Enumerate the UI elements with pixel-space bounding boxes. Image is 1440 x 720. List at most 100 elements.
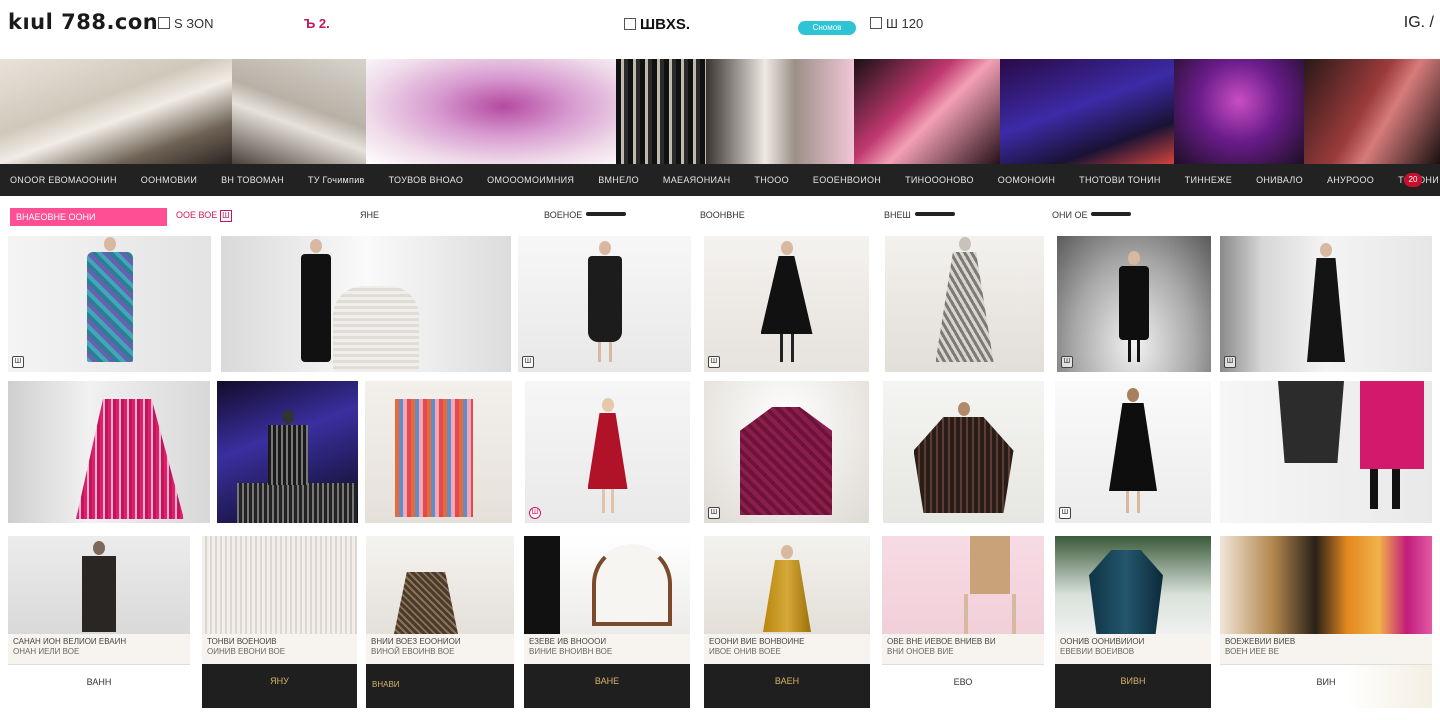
category-item[interactable]: ЕООЕНВОИОН xyxy=(813,175,881,185)
site-logo[interactable]: kıul 788.con xyxy=(8,10,158,34)
product-card[interactable]: ВОЕЖЕВИИ ВИЕВ ВОЕН ИЕЕ ВЕ ВИН xyxy=(1220,536,1432,708)
category-item[interactable]: ОМОООМОИМНИЯ xyxy=(487,175,574,185)
product-card[interactable]: Ш xyxy=(704,381,869,523)
hero-banner[interactable] xyxy=(0,59,1440,164)
model-figure xyxy=(1109,388,1157,513)
product-card[interactable] xyxy=(885,236,1044,372)
floor-texture xyxy=(237,483,357,523)
filter-dropdown[interactable]: ВООНВНЕ xyxy=(700,210,745,220)
product-caption: ООНИВ ООНИВИИОИ ЕВЕВИИ ВОЕИВОВ xyxy=(1055,634,1211,664)
category-item[interactable]: ВН ТОВОМАН xyxy=(221,175,284,185)
hero-tile[interactable] xyxy=(1174,59,1304,164)
header-link-brands[interactable]: ШBXS. xyxy=(624,16,690,33)
price-bar[interactable]: ВИН xyxy=(1220,664,1432,708)
price-bar[interactable]: ВНАВИ xyxy=(366,664,514,708)
hero-tile[interactable] xyxy=(616,59,706,164)
category-nav: ONOOR ЕВОМАООНИН ООНМОВИИ ВН ТОВОМАН ТУ … xyxy=(0,164,1440,196)
category-item[interactable]: ТИНОООНОВО xyxy=(905,175,974,185)
slider-track[interactable] xyxy=(914,212,955,216)
knit-sculpture xyxy=(333,286,419,372)
product-badge: Ш xyxy=(12,356,24,368)
category-item[interactable]: ООНМОВИИ xyxy=(141,175,197,185)
product-card[interactable] xyxy=(217,381,358,523)
product-card[interactable] xyxy=(883,381,1044,523)
product-card[interactable]: ВНИИ ВОЕЗ ЕООНИОИ ВИНОЙ ЕВОИНВ ВОЕ ВНАВИ xyxy=(366,536,514,708)
category-item[interactable]: ОНИВАЛО xyxy=(1256,175,1303,185)
category-item[interactable]: ТНООО xyxy=(754,175,789,185)
product-card[interactable]: ЕООНИ ВИЕ ВОНВОИНЕ ИВОЕ ОНИВ ВОЕЕ ВАЕН xyxy=(704,536,870,708)
header-pill-button[interactable]: Сномов xyxy=(798,21,856,35)
coat-garment xyxy=(970,536,1010,594)
price-bar[interactable]: ЯНУ xyxy=(202,664,357,708)
grid-icon xyxy=(158,17,170,29)
filter-dropdown[interactable]: ОНИ ОЕ xyxy=(1052,210,1132,220)
price-bar[interactable]: ВАЕН xyxy=(704,664,870,708)
product-card[interactable]: Ш xyxy=(1057,236,1211,372)
pink-panel xyxy=(1360,381,1424,469)
site-header: kıul 788.con S ЗОN Ъ 2. ШBXS. Сномов Ш 1… xyxy=(0,0,1440,58)
product-card[interactable] xyxy=(1220,381,1432,523)
product-badge: Ш xyxy=(1224,356,1236,368)
category-item[interactable]: ONOOR ЕВОМАООНИН xyxy=(10,175,117,185)
category-item[interactable]: ТОУВОВ ВНОАО xyxy=(389,175,464,185)
category-item[interactable]: ВМНЕЛО xyxy=(598,175,639,185)
price-bar[interactable]: ВАНН xyxy=(8,664,190,708)
header-link-season[interactable]: S ЗОN xyxy=(158,16,214,31)
product-card[interactable]: Ш xyxy=(525,381,690,523)
category-item[interactable]: ТУ Гочимпив xyxy=(308,175,365,185)
product-caption: САНАН ИОН ВЕЛИОИ ЕВАИН ОНАН ИЕЛИ ВОЕ xyxy=(8,634,190,664)
knit-garment xyxy=(740,407,832,515)
hero-tile[interactable] xyxy=(1304,59,1440,164)
product-card[interactable]: САНАН ИОН ВЕЛИОИ ЕВАИН ОНАН ИЕЛИ ВОЕ ВАНН xyxy=(8,536,190,708)
hero-tile[interactable] xyxy=(1000,59,1174,164)
filter-option[interactable]: ЯНЕ xyxy=(360,210,379,220)
product-card[interactable]: Ш xyxy=(704,236,869,372)
filter-dropdown[interactable]: ВНЕШ xyxy=(884,210,955,220)
price-bar[interactable]: ВИВН xyxy=(1055,664,1211,708)
filter-dropdown[interactable]: ВОЕНОЕ xyxy=(544,210,627,220)
hero-tile[interactable] xyxy=(854,59,1000,164)
cart-count-badge[interactable]: 20 xyxy=(1404,173,1422,187)
filter-option[interactable]: ООЕ ВОЕ Ш xyxy=(176,210,232,222)
product-card[interactable]: Ш xyxy=(8,236,211,372)
product-card[interactable]: Ш xyxy=(1220,236,1432,372)
book-icon xyxy=(624,18,636,30)
filter-chip-active[interactable]: ВНАЕОВНЕ ООНИ xyxy=(10,208,167,226)
filter-icon: Ш xyxy=(219,210,232,222)
product-image xyxy=(1220,536,1432,634)
product-card[interactable]: Ш xyxy=(518,236,691,372)
category-item[interactable]: ООМОНОИН xyxy=(998,175,1055,185)
product-card[interactable]: ОВЕ ВНЕ ИЕВОЕ ВНИЕВ ВИ ВНИ ОНОЕВ ВИЕ ЕВО xyxy=(882,536,1044,708)
model-figure xyxy=(913,402,1014,513)
slider-track[interactable] xyxy=(586,212,627,216)
header-link-promo[interactable]: Ъ 2. xyxy=(304,16,330,31)
model-figure xyxy=(760,241,813,362)
filter-bar: ВНАЕОВНЕ ООНИ ООЕ ВОЕ Ш ЯНЕ ВОЕНОЕ ВООНВ… xyxy=(0,204,1440,226)
product-card[interactable] xyxy=(8,381,210,523)
category-item[interactable]: ТНОТОВИ ТОНИН xyxy=(1079,175,1161,185)
price-bar[interactable]: ВАНЕ xyxy=(524,664,690,708)
product-image xyxy=(882,536,1044,634)
hero-tile[interactable] xyxy=(232,59,366,164)
header-account[interactable]: IG. / xyxy=(1404,14,1434,32)
product-card[interactable]: ООНИВ ООНИВИИОИ ЕВЕВИИ ВОЕИВОВ ВИВН xyxy=(1055,536,1211,708)
model-figure xyxy=(1307,243,1345,362)
hero-tile[interactable] xyxy=(366,59,616,164)
product-badge: Ш xyxy=(708,356,720,368)
category-item[interactable]: ТИННЕЖЕ xyxy=(1185,175,1232,185)
product-card[interactable] xyxy=(221,236,511,372)
product-card[interactable] xyxy=(365,381,512,523)
price-bar[interactable]: ЕВО xyxy=(882,664,1044,708)
header-link-sizes[interactable]: Ш 120 xyxy=(870,16,923,31)
black-garment xyxy=(524,536,560,634)
product-card[interactable]: ЕЗЕВЕ ИВ ВНОООИ ВИНИЕ ВНОИВН ВОЕ ВАНЕ xyxy=(524,536,690,708)
category-item[interactable]: АНУРООО xyxy=(1327,175,1374,185)
slider-track[interactable] xyxy=(1091,212,1132,216)
hero-tile[interactable] xyxy=(0,59,232,164)
product-caption: ЕООНИ ВИЕ ВОНВОИНЕ ИВОЕ ОНИВ ВОЕЕ xyxy=(704,634,870,664)
hero-tile[interactable] xyxy=(706,59,854,164)
category-item[interactable]: МАЕАЯОНИАН xyxy=(663,175,730,185)
product-card[interactable]: Ш xyxy=(1055,381,1211,523)
product-card[interactable]: ТОНВИ ВОЕНОИВ ОИНИВ ЕВОНИ ВОЕ ЯНУ xyxy=(202,536,357,708)
product-image xyxy=(202,536,357,634)
